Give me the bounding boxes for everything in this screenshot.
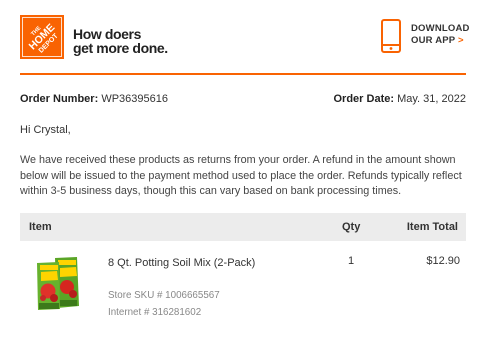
items-table-header: Item Qty Item Total — [20, 213, 466, 241]
order-date-label: Order Date: — [333, 93, 395, 105]
internet-number: Internet # 316281602 — [108, 307, 202, 318]
column-header-total: Item Total — [406, 221, 458, 233]
chevron-right-icon: > — [458, 35, 464, 46]
refund-message: We have received these products as retur… — [20, 154, 462, 197]
home-depot-logo[interactable]: THE HOME DEPOT — [20, 15, 64, 59]
column-header-qty: Qty — [342, 221, 361, 233]
header-divider — [20, 73, 466, 75]
download-app-line-2: OUR APP — [411, 35, 456, 46]
product-total: $12.90 — [426, 255, 460, 267]
order-number: Order Number: WP36395616 — [20, 93, 168, 105]
product-qty: 1 — [348, 255, 355, 267]
download-app-link[interactable]: DOWNLOAD OUR APP > — [380, 18, 469, 58]
store-sku: Store SKU # 1006665567 — [108, 290, 220, 301]
email-header: THE HOME DEPOT How doers get more done. … — [20, 15, 469, 61]
order-date-value: May. 31, 2022 — [397, 93, 466, 105]
phone-icon — [380, 18, 402, 54]
download-app-line-1: DOWNLOAD — [411, 23, 470, 34]
column-header-item: Item — [29, 221, 52, 233]
greeting: Hi Crystal, — [20, 124, 71, 136]
brand-tagline: How doers get more done. — [73, 27, 168, 55]
order-number-value: WP36395616 — [101, 93, 168, 105]
download-app-text[interactable]: DOWNLOAD OUR APP > — [411, 23, 470, 47]
order-date: Order Date: May. 31, 2022 — [334, 93, 467, 105]
order-number-label: Order Number: — [20, 93, 99, 105]
tagline-line-1: How doers — [73, 26, 141, 42]
product-image[interactable] — [35, 254, 81, 310]
product-name[interactable]: 8 Qt. Potting Soil Mix (2-Pack) — [108, 257, 255, 269]
tagline-line-2: get more done. — [73, 40, 168, 56]
